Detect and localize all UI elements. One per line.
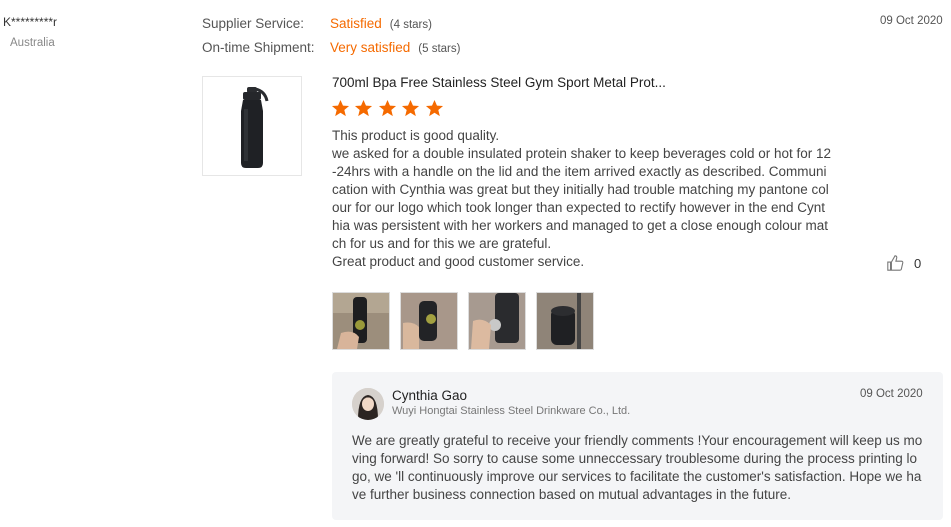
star-icon	[425, 99, 443, 117]
supplier-service-label: Supplier Service:	[202, 16, 305, 31]
review-text: This product is good quality. we asked f…	[332, 128, 832, 269]
shipment-label: On-time Shipment:	[202, 40, 315, 55]
thumbs-up-icon[interactable]	[886, 254, 904, 272]
like-count: 0	[914, 255, 922, 271]
shipment-rating: Very satisfied (5 stars)	[330, 40, 460, 55]
reply-text: We are greatly grateful to receive your …	[352, 433, 923, 502]
review-photo[interactable]	[332, 292, 390, 350]
reviewer-country: Australia	[10, 37, 55, 49]
star-icon	[355, 99, 373, 117]
review-photo[interactable]	[468, 292, 526, 350]
supplier-service-stars: (4 stars)	[389, 19, 432, 31]
photo-bottle-hand-image	[333, 293, 389, 349]
star-icon	[402, 99, 420, 117]
star-icon	[331, 99, 350, 117]
reply-author-name: Cynthia Gao	[392, 388, 468, 403]
supplier-avatar-image	[352, 388, 384, 420]
shipment-stars: (5 stars)	[418, 43, 461, 55]
shipment-value: Very satisfied	[330, 40, 411, 55]
like-button[interactable]: 0	[886, 254, 921, 272]
shaker-bottle-image	[241, 87, 269, 168]
reply-date: 09 Oct 2020	[860, 388, 923, 400]
photo-bottle-lid-image	[469, 293, 525, 349]
supplier-service-value: Satisfied	[330, 16, 382, 31]
reviewer-name: K*********r	[3, 15, 58, 29]
photo-bottle-side-image	[401, 293, 457, 349]
review-photo[interactable]	[536, 292, 594, 350]
review-stars	[331, 99, 444, 123]
product-title[interactable]: 700ml Bpa Free Stainless Steel Gym Sport…	[332, 75, 666, 90]
star-icon	[378, 99, 396, 117]
supplier-service-rating: Satisfied (4 stars)	[330, 16, 432, 31]
photo-bottle-top-image	[537, 293, 593, 349]
avatar	[352, 388, 384, 420]
reply-company: Wuyi Hongtai Stainless Steel Drinkware C…	[392, 405, 631, 417]
review-date: 09 Oct 2020	[880, 15, 943, 27]
product-thumbnail[interactable]	[202, 76, 302, 176]
review-photo[interactable]	[400, 292, 458, 350]
